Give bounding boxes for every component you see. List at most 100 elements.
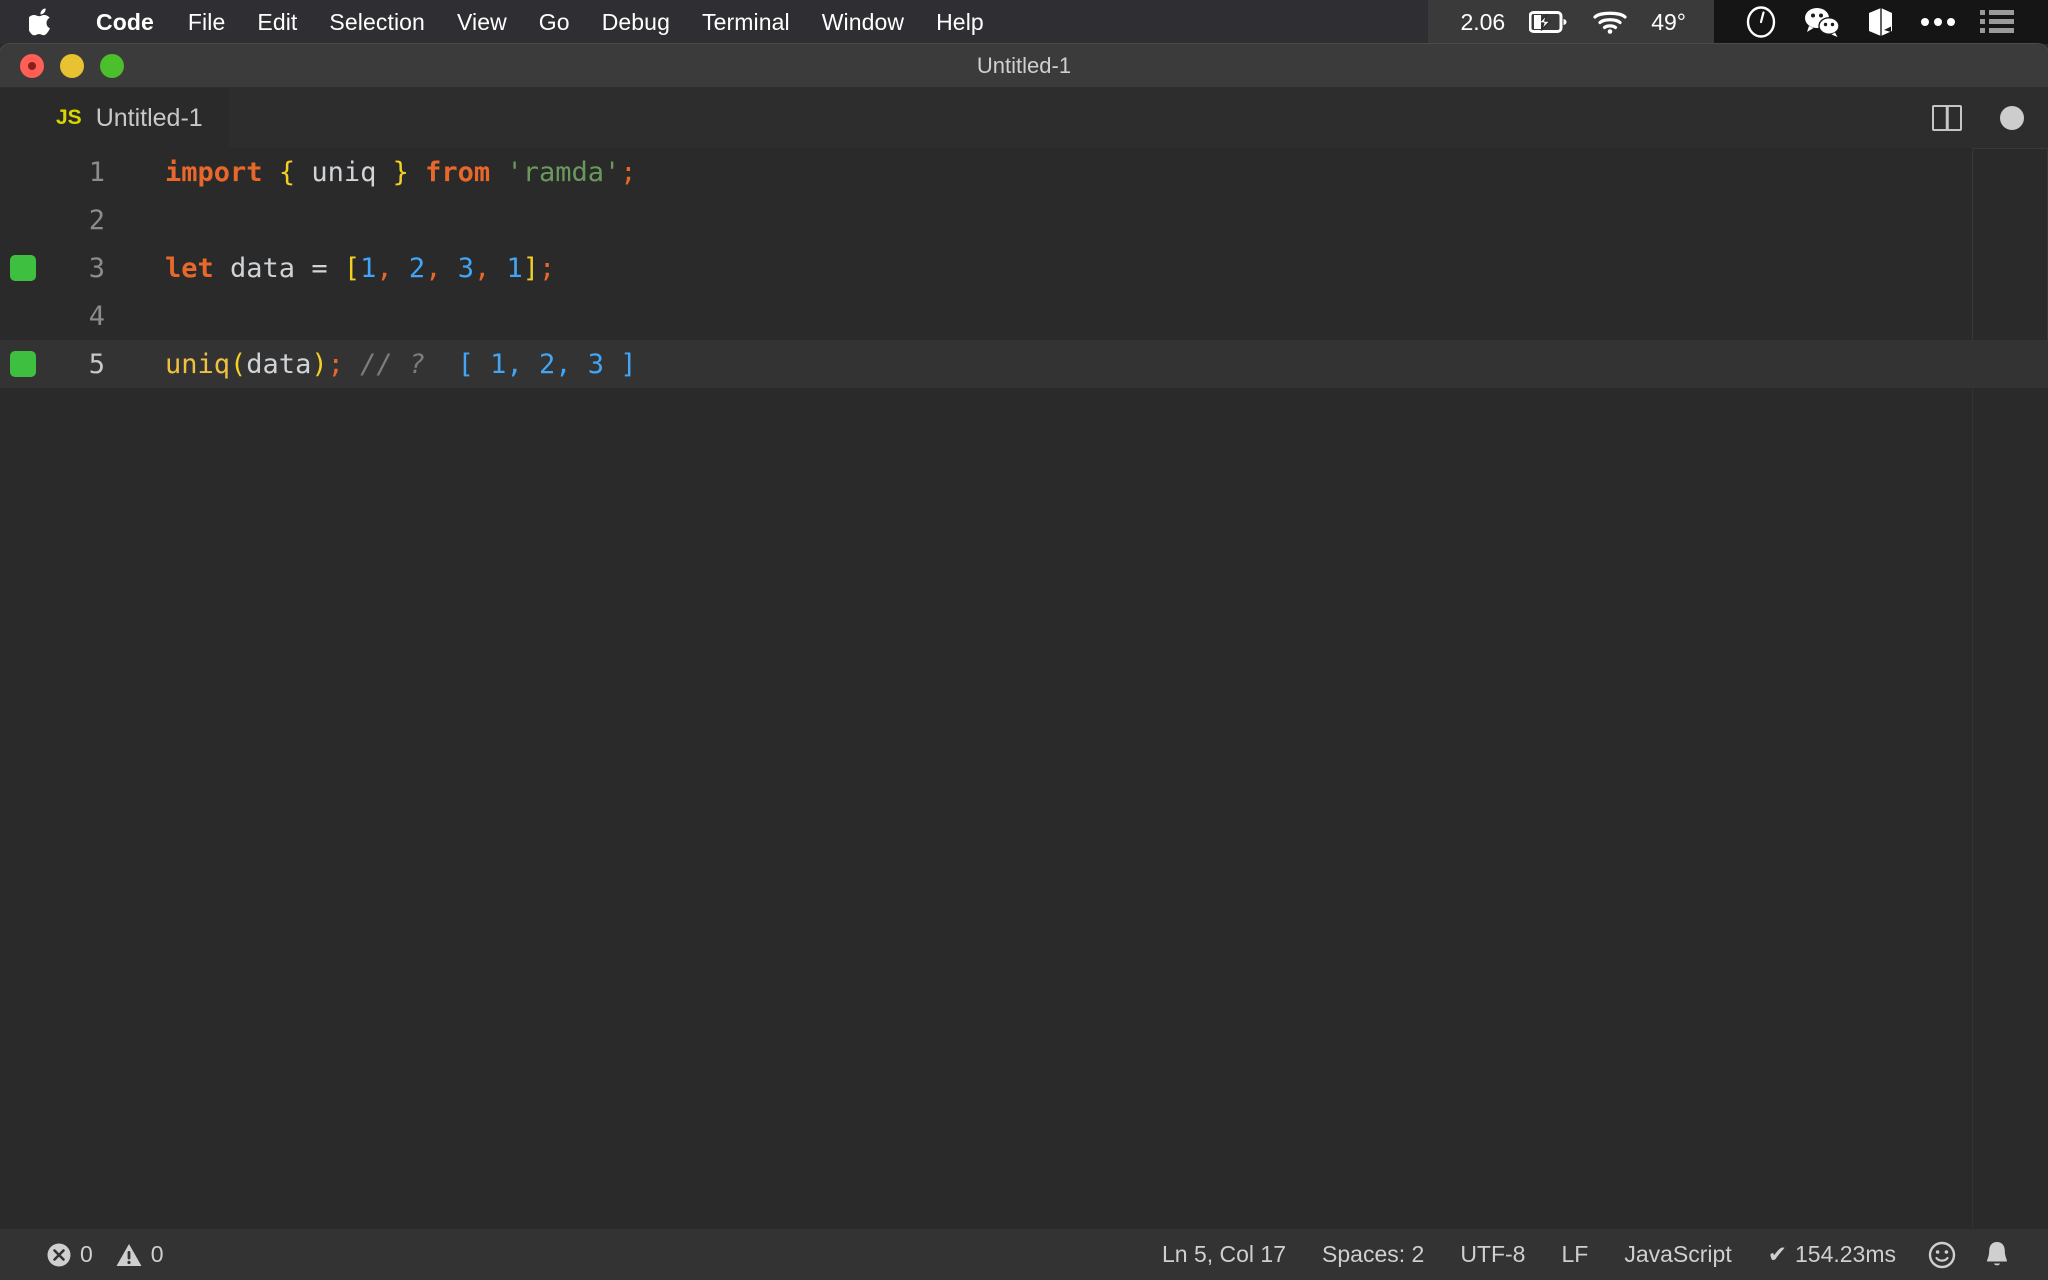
code-token: uniq <box>295 157 393 188</box>
wifi-icon[interactable] <box>1581 9 1639 35</box>
menu-item-go[interactable]: Go <box>523 0 586 44</box>
split-editor-icon[interactable] <box>1932 105 1962 131</box>
warning-triangle-icon <box>115 1242 143 1268</box>
code-token <box>490 253 506 284</box>
ellipsis-icon[interactable] <box>1908 16 1968 28</box>
cursor-position[interactable]: Ln 5, Col 17 <box>1144 1241 1304 1268</box>
apple-logo-icon[interactable] <box>28 7 54 37</box>
status-bar-left: 0 0 <box>0 1241 182 1268</box>
code-token: data <box>214 253 312 284</box>
zoom-button[interactable] <box>100 54 124 78</box>
code-token: 1 <box>507 253 523 284</box>
cpu-usage-text[interactable]: 2.06 <box>1448 9 1517 36</box>
battery-charging-icon[interactable] <box>1517 10 1581 34</box>
code-token <box>425 349 458 380</box>
status-group-system: 2.06 49° <box>1428 0 1714 44</box>
code-content[interactable]: uniq(data); // ? [ 1, 2, 3 ] <box>105 349 636 380</box>
code-token <box>393 253 409 284</box>
tab-untitled-1[interactable]: JS Untitled-1 <box>0 88 229 148</box>
code-token: ( <box>230 349 246 380</box>
code-token: , <box>425 253 441 284</box>
code-token: } <box>393 157 409 188</box>
code-token: ] <box>523 253 539 284</box>
code-token: data <box>246 349 311 380</box>
minimize-button[interactable] <box>60 54 84 78</box>
error-count: 0 <box>80 1241 93 1268</box>
code-token: // ? <box>360 349 425 380</box>
bell-icon[interactable] <box>1970 1240 2024 1270</box>
menu-item-file[interactable]: File <box>172 0 241 44</box>
menu-item-help[interactable]: Help <box>920 0 1000 44</box>
code-content[interactable]: import { uniq } from 'ramda'; <box>105 157 637 188</box>
menu-item-selection[interactable]: Selection <box>313 0 441 44</box>
tab-label: Untitled-1 <box>96 104 203 133</box>
code-token: 'ramda' <box>506 157 620 188</box>
menu-bar-status-items: 2.06 49° <box>1428 0 2048 44</box>
problems-indicator[interactable]: 0 0 <box>28 1241 182 1268</box>
menu-item-debug[interactable]: Debug <box>586 0 686 44</box>
code-token: [ <box>344 253 360 284</box>
quokka-live-marker-icon <box>10 351 36 377</box>
line-number: 1 <box>0 157 105 188</box>
code-token: [ 1, 2, 3 ] <box>458 349 637 380</box>
code-lines-container: 1import { uniq } from 'ramda';23let data… <box>0 148 2048 388</box>
code-token: import <box>165 157 263 188</box>
line-number: 2 <box>0 205 105 236</box>
encoding-setting[interactable]: UTF-8 <box>1442 1241 1543 1268</box>
code-line[interactable]: 1import { uniq } from 'ramda'; <box>0 148 2048 196</box>
code-token: , <box>474 253 490 284</box>
menu-item-terminal[interactable]: Terminal <box>686 0 806 44</box>
unsaved-dot-icon[interactable] <box>2000 106 2024 130</box>
temperature-text[interactable]: 49° <box>1639 9 1698 36</box>
tab-bar-actions <box>1932 88 2024 148</box>
box-icon[interactable] <box>1854 6 1908 38</box>
code-token: , <box>376 253 392 284</box>
menu-bar-items: Code File Edit Selection View Go Debug T… <box>0 0 1000 44</box>
code-token: from <box>425 157 490 188</box>
code-token: { <box>279 157 295 188</box>
code-token <box>441 253 457 284</box>
eol-setting[interactable]: LF <box>1543 1241 1606 1268</box>
status-bar-right: Ln 5, Col 17 Spaces: 2 UTF-8 LF JavaScri… <box>1144 1240 2048 1270</box>
code-line[interactable]: 3let data = [1, 2, 3, 1]; <box>0 244 2048 292</box>
code-token: ; <box>620 157 636 188</box>
window-title: Untitled-1 <box>0 53 2048 79</box>
close-button[interactable] <box>20 54 44 78</box>
quokka-live-marker-icon <box>10 255 36 281</box>
vscode-window: Untitled-1 JS Untitled-1 1import { uniq … <box>0 44 2048 1280</box>
code-line[interactable]: 4 <box>0 292 2048 340</box>
run-time: 154.23ms <box>1795 1241 1896 1268</box>
window-titlebar: Untitled-1 <box>0 44 2048 88</box>
warning-count: 0 <box>151 1241 164 1268</box>
code-token <box>409 157 425 188</box>
indentation-setting[interactable]: Spaces: 2 <box>1304 1241 1442 1268</box>
code-token: 3 <box>458 253 474 284</box>
code-token: = <box>311 253 327 284</box>
control-center-list-icon[interactable] <box>1968 9 2026 35</box>
code-token: ; <box>539 253 555 284</box>
status-bar: 0 0 Ln 5, Col 17 Spaces: 2 UTF-8 LF Java… <box>0 1228 2048 1280</box>
traffic-lights <box>0 54 124 78</box>
menu-item-window[interactable]: Window <box>806 0 920 44</box>
javascript-file-icon: JS <box>56 106 82 130</box>
smiley-icon[interactable] <box>1914 1241 1970 1269</box>
error-circle-icon <box>46 1242 72 1268</box>
code-content[interactable]: let data = [1, 2, 3, 1]; <box>105 253 555 284</box>
code-token: ; <box>328 349 344 380</box>
line-number: 4 <box>0 301 105 332</box>
language-mode[interactable]: JavaScript <box>1606 1241 1749 1268</box>
code-token: ) <box>311 349 327 380</box>
code-editor[interactable]: 1import { uniq } from 'ramda';23let data… <box>0 148 2048 1280</box>
quokka-run-status[interactable]: ✔ 154.23ms <box>1750 1241 1914 1268</box>
macos-menu-bar: Code File Edit Selection View Go Debug T… <box>0 0 2048 44</box>
code-token <box>263 157 279 188</box>
code-token <box>328 253 344 284</box>
menu-item-code[interactable]: Code <box>80 0 172 44</box>
menu-item-view[interactable]: View <box>441 0 523 44</box>
wechat-icon[interactable] <box>1790 6 1854 38</box>
code-line[interactable]: 5uniq(data); // ? [ 1, 2, 3 ] <box>0 340 2048 388</box>
code-line[interactable]: 2 <box>0 196 2048 244</box>
clock-icon[interactable] <box>1732 5 1790 39</box>
code-token: let <box>165 253 214 284</box>
menu-item-edit[interactable]: Edit <box>241 0 313 44</box>
